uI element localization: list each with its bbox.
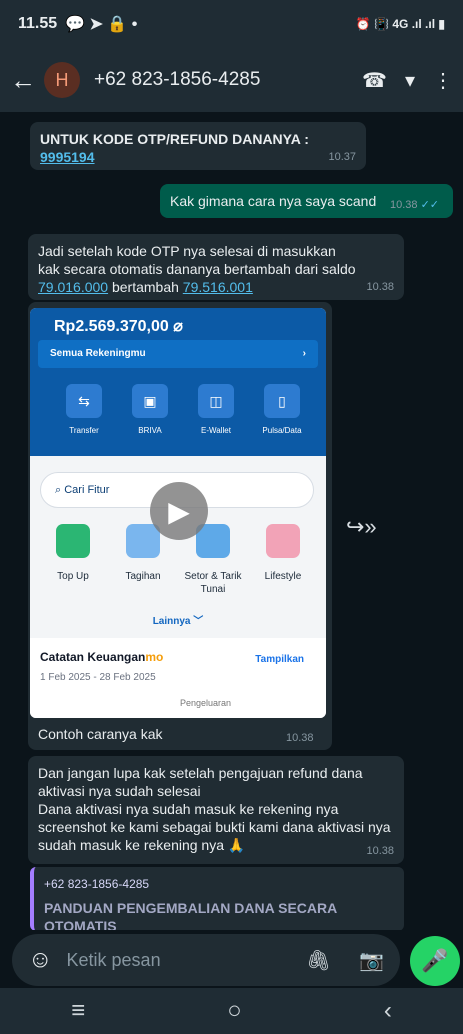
phone-icon: ▯ [264,384,300,418]
emoji-icon[interactable]: ☺ [28,946,53,974]
back-button[interactable]: ‹ [384,997,392,1025]
wallet-icon: ◫ [198,384,234,418]
account-balance: Rp2.569.370,00 ⌀ [54,318,183,335]
header-actions: ☎ ▾ ⋮ [362,68,453,93]
quick-briva: ▣ BRIVA [126,384,174,435]
quoted-title: PANDUAN PENGEMBALIAN DANA SECARA OTOMATI… [44,900,337,930]
quick-ewallet: ◫ E-Wallet [192,384,240,435]
more-menu-icon[interactable]: ⋮ [433,68,453,93]
video-duration: ▮ 0.59 [42,694,76,708]
message-text: Kak gimana cara nya saya scand [170,193,377,209]
contact-phone[interactable]: +62 823-1856-4285 [94,69,260,91]
balance-link-before[interactable]: 79.016.000 [38,279,108,295]
more-features-link: Lainnya ﹀ [152,616,204,627]
chat-area: UNTUK KODE OTP/REFUND DANANYA : 9995194 … [0,112,463,930]
incoming-message-balance[interactable]: Jadi setelah kode OTP nya selesai di mas… [28,234,404,300]
message-line: sudah masuk ke rekening nya 🙏 [38,837,246,853]
status-bar: 11.55 💬 ➤ 🔒 • ⏰ 📳 4G .ıl .ıl ▮ [0,0,463,48]
message-line: Dan jangan lupa kak setelah pengajuan re… [38,765,363,781]
bill-icon [126,524,160,558]
quoted-sender: +62 823-1856-4285 [44,877,150,891]
incoming-message-otp[interactable]: UNTUK KODE OTP/REFUND DANANYA : 9995194 … [30,122,366,170]
quick-pulsa: ▯ Pulsa/Data [258,384,306,435]
message-line: screenshot ke kami sebagai bukti kami da… [38,819,391,835]
read-ticks-icon: ✓✓ [420,199,439,211]
lifestyle-icon [266,524,300,558]
call-icon[interactable]: ☎ [362,68,387,93]
status-time: 11.55 [18,15,58,32]
feature-topup: Top Up [42,524,104,596]
message-line: Jadi setelah kode OTP nya selesai di mas… [38,243,336,259]
message-line: aktivasi nya sudah selesai [38,783,201,799]
android-navigation-bar: ≡ ○ ‹ [0,988,463,1034]
message-line: Dana aktivasi nya sudah masuk ke rekenin… [38,801,339,817]
avatar[interactable]: H [44,62,80,98]
message-line: kak secara otomatis dananya bertambah da… [38,261,356,277]
feature-lifestyle: Lifestyle [252,524,314,596]
mic-button[interactable]: 🎤 [410,936,460,986]
message-input[interactable]: ☺ Ketik pesan 🖇 📷 [12,934,400,986]
chevron-right-icon: › [302,348,306,359]
finance-show-link: Tampilkan [255,654,304,665]
forward-icon[interactable]: ↪» [346,514,377,540]
play-icon[interactable]: ▶ [150,482,208,540]
quick-actions: ⇆ Transfer ▣ BRIVA ◫ E-Wallet ▯ Pulsa/Da… [60,384,306,435]
topup-icon [56,524,90,558]
mic-icon: 🎤 [421,948,449,973]
chevron-down-icon[interactable]: ▾ [405,68,415,93]
camera-icon[interactable]: 📷 [359,948,384,973]
attach-icon[interactable]: 🖇 [306,948,331,973]
message-time: 10.38 [366,845,394,857]
message-placeholder[interactable]: Ketik pesan [67,950,161,971]
video-camera-icon: ▮ [42,694,49,708]
back-arrow-icon[interactable]: ← [10,65,40,96]
message-text: bertambah [111,279,179,295]
balance-link-after[interactable]: 79.516.001 [183,279,253,295]
status-left: 11.55 💬 ➤ 🔒 • [18,14,137,34]
incoming-message-instructions[interactable]: Dan jangan lupa kak setelah pengajuan re… [28,756,404,864]
otp-label: UNTUK KODE OTP/REFUND DANANYA : [40,131,309,147]
message-line: 79.016.000 bertambah 79.516.001 [38,278,394,296]
message-time: 10.38 [366,281,394,293]
otp-code-link[interactable]: 9995194 [40,149,95,165]
message-time: 10.38 ✓✓ [389,199,439,211]
finance-date: 1 Feb 2025 - 28 Feb 2025 [40,672,156,683]
briva-icon: ▣ [132,384,168,418]
transfer-icon: ⇆ [66,384,102,418]
quoted-message[interactable]: +62 823-1856-4285 PANDUAN PENGEMBALIAN D… [30,867,404,930]
search-icon: ⌕ [55,484,62,496]
input-actions: 🖇 📷 [306,948,384,973]
status-icons-left: 💬 ➤ 🔒 • [65,16,138,33]
outgoing-message[interactable]: Kak gimana cara nya saya scand 10.38 ✓✓ [160,184,453,218]
recent-apps-button[interactable]: ≡ [71,997,85,1025]
all-accounts-row: Semua Rekeningmu › [38,340,318,368]
banking-app-header: Rp2.569.370,00 ⌀ Semua Rekeningmu › ⇆ Tr… [30,308,326,456]
video-caption: Contoh caranya kak [38,726,163,742]
message-composer: ☺ Ketik pesan 🖇 📷 🎤 [0,930,463,988]
status-right: ⏰ 📳 4G .ıl .ıl ▮ [355,17,445,31]
message-time: 10.38 [286,732,314,744]
finance-title: Catatan Keuanganmo [40,650,164,664]
chat-header: ← H +62 823-1856-4285 ☎ ▾ ⋮ [0,48,463,112]
home-button[interactable]: ○ [227,997,242,1025]
eye-off-icon: ⌀ [173,318,183,335]
message-time: 10.37 [328,151,356,163]
expense-label: Pengeluaran [180,698,232,708]
quick-transfer: ⇆ Transfer [60,384,108,435]
